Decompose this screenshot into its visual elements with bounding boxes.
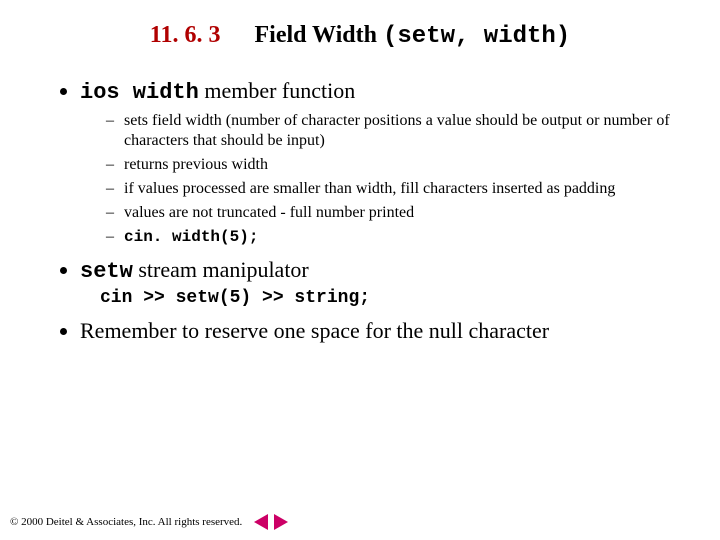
nav-arrows: [254, 514, 288, 530]
title-text-mono: (setw, width): [383, 23, 570, 50]
next-arrow-icon[interactable]: [274, 514, 288, 530]
section-number: 11. 6. 3: [150, 22, 221, 48]
bullet-list: ios width member function sets field wid…: [58, 78, 680, 284]
bullet-2-mono: setw: [80, 259, 133, 284]
copyright-text: © 2000 Deitel & Associates, Inc. All rig…: [10, 516, 242, 528]
sub-item: values are not truncated - full number p…: [106, 203, 680, 223]
bullet-2: setw stream manipulator: [80, 257, 680, 284]
bullet-1-rest: member function: [199, 78, 355, 103]
bullet-3: Remember to reserve one space for the nu…: [80, 318, 680, 344]
title-text-plain: Field Width: [254, 22, 376, 48]
bullet-2-code-line: cin >> setw(5) >> string;: [100, 288, 680, 308]
bullet-1-sublist: sets field width (number of character po…: [106, 111, 680, 247]
footer: © 2000 Deitel & Associates, Inc. All rig…: [10, 514, 288, 530]
bullet-list-2: Remember to reserve one space for the nu…: [58, 318, 680, 344]
slide-title: 11. 6. 3 Field Width (setw, width): [40, 22, 680, 50]
slide: 11. 6. 3 Field Width (setw, width) ios w…: [0, 0, 720, 540]
sub-item: if values processed are smaller than wid…: [106, 179, 680, 199]
prev-arrow-icon[interactable]: [254, 514, 268, 530]
sub-item: sets field width (number of character po…: [106, 111, 680, 151]
bullet-2-rest: stream manipulator: [133, 257, 309, 282]
sub-item-code: cin. width(5);: [106, 227, 680, 247]
bullet-1-mono: ios width: [80, 80, 199, 105]
bullet-1: ios width member function sets field wid…: [80, 78, 680, 247]
sub-item-code-text: cin. width(5);: [124, 228, 258, 246]
sub-item: returns previous width: [106, 155, 680, 175]
